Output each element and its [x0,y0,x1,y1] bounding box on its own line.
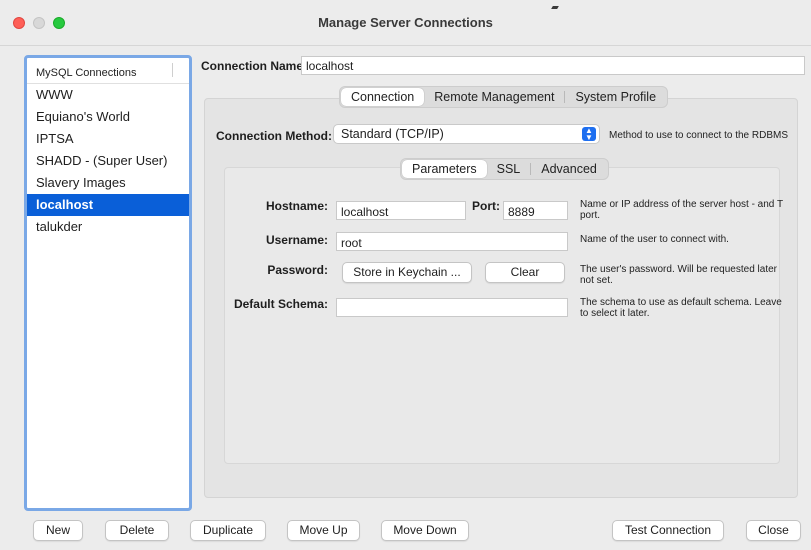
delete-button[interactable]: Delete [105,520,169,541]
close-button[interactable]: Close [746,520,801,541]
default-schema-help-line-2: to select it later. [580,308,650,319]
connection-method-value: Standard (TCP/IP) [341,127,444,141]
list-item[interactable]: SHADD - (Super User) [27,150,189,172]
connection-name-input[interactable]: localhost [301,56,805,75]
tab-parameters[interactable]: Parameters [402,160,487,178]
tab-remote-management[interactable]: Remote Management [424,88,564,106]
default-schema-label: Default Schema: [233,297,328,311]
username-label: Username: [265,233,328,247]
connections-list-header-label: MySQL Connections [36,67,137,79]
username-input[interactable]: root [336,232,568,251]
store-in-keychain-button[interactable]: Store in Keychain ... [342,262,472,283]
default-schema-input[interactable] [336,298,568,317]
list-item[interactable]: talukder [27,216,189,238]
hostname-help-line-1: Name or IP address of the server host - … [580,199,784,210]
connection-method-label: Connection Method: [216,129,332,143]
username-help: Name of the user to connect with. [580,234,729,245]
connection-method-help: Method to use to connect to the RDBMS [609,130,788,141]
main-tabs: Connection Remote Management System Prof… [339,86,669,108]
duplicate-button[interactable]: Duplicate [190,520,266,541]
hostname-input[interactable]: localhost [336,201,466,220]
connection-method-select[interactable]: Standard (TCP/IP) ▲ ▼ [333,124,600,144]
list-item[interactable]: Equiano's World [27,106,189,128]
connections-list[interactable]: MySQL Connections WWW Equiano's World IP… [24,55,192,511]
list-item[interactable]: WWW [27,84,189,106]
connections-list-header: MySQL Connections [27,58,189,84]
tab-connection[interactable]: Connection [341,88,425,106]
title-bar: Manage Server Connections [0,0,811,46]
move-down-button[interactable]: Move Down [381,520,469,541]
default-schema-help-line-1: The schema to use as default schema. Lea… [580,297,782,308]
tab-advanced[interactable]: Advanced [531,160,607,178]
port-label: Port: [472,199,500,213]
connection-name-label: Connection Name: [201,59,308,73]
list-item-selected[interactable]: localhost [27,194,189,216]
notch-mark [551,6,559,9]
tab-system-profile[interactable]: System Profile [565,88,666,106]
list-item[interactable]: Slavery Images [27,172,189,194]
window-title: Manage Server Connections [318,15,493,30]
password-label: Password: [267,263,328,277]
password-help-line-1: The user's password. Will be requested l… [580,264,777,275]
hostname-label: Hostname: [265,199,328,213]
password-help-line-2: not set. [580,275,613,286]
list-item[interactable]: IPTSA [27,128,189,150]
port-input[interactable]: 8889 [503,201,568,220]
hostname-help-line-2: port. [580,210,601,221]
tab-ssl[interactable]: SSL [487,160,531,178]
sub-tabs: Parameters SSL Advanced [400,158,609,180]
test-connection-button[interactable]: Test Connection [612,520,724,541]
clear-password-button[interactable]: Clear [485,262,565,283]
select-arrows-icon: ▲ ▼ [582,127,596,142]
header-divider [172,63,173,77]
new-button[interactable]: New [33,520,83,541]
move-up-button[interactable]: Move Up [287,520,360,541]
